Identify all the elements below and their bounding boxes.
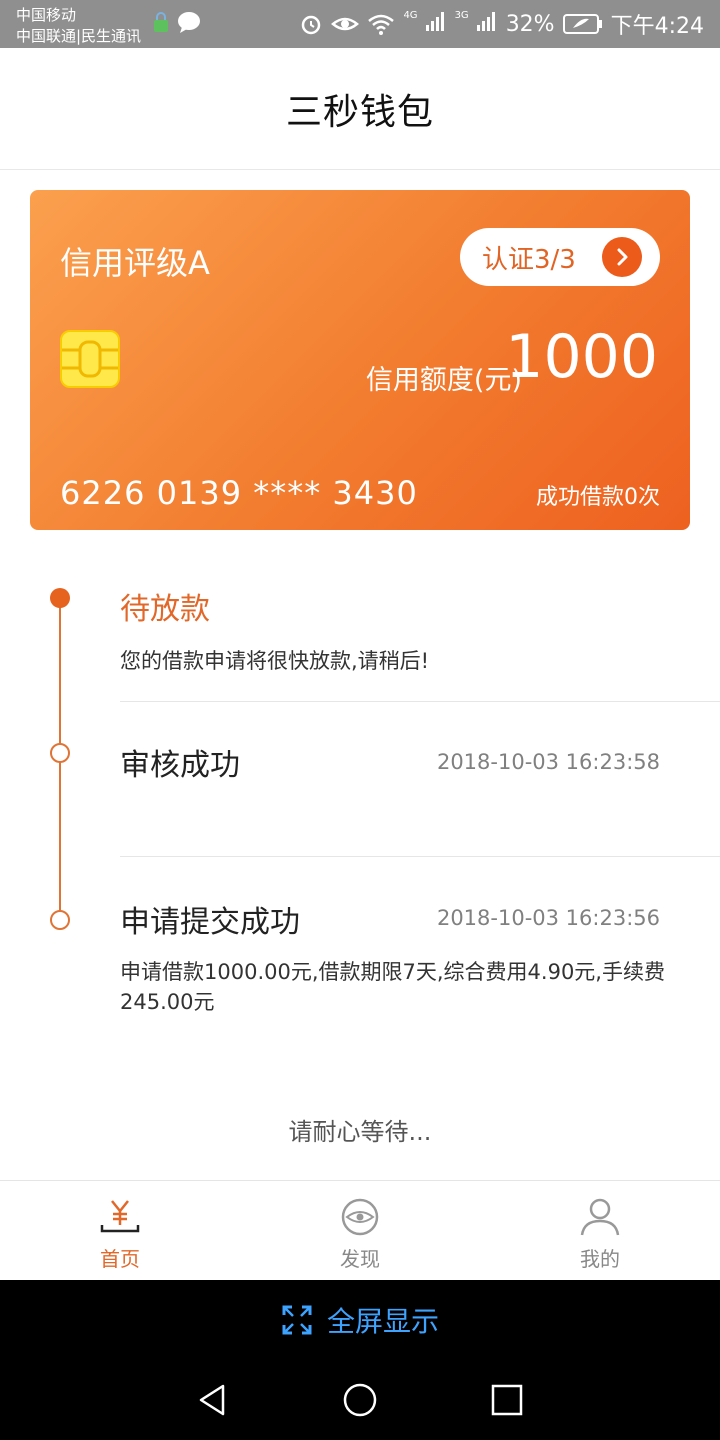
step-time-submitted: 2018-10-03 16:23:56 [436, 906, 660, 930]
eye-comfort-icon [331, 17, 360, 31]
alarm-icon [302, 15, 321, 35]
carrier-secondary: 中国联通|民生通讯 [16, 27, 142, 45]
step-time-approved: 2018-10-03 16:23:58 [436, 750, 660, 774]
nav-item-discover[interactable]: 发现 [240, 1181, 480, 1280]
signal-3g: 3G [455, 10, 498, 38]
certification-label: 认证3/3 [482, 244, 576, 275]
nav-label-mine: 我的 [580, 1247, 620, 1271]
signal-bars-icon [425, 12, 444, 31]
step-desc-pending: 您的借款申请将很快放款,请稍后! [120, 649, 430, 673]
credit-card: 信用评级A 认证3/3 信用额度(元) 1000 6226 0139 **** … [30, 190, 690, 530]
status-bar: 中国移动 中国联通|民生通讯 4G 3G 32% 下午4:24 [0, 0, 720, 48]
battery-percent: 32% [505, 11, 555, 37]
app-header: 三秒钱包 [0, 48, 720, 170]
yen-icon [100, 1200, 140, 1233]
nav-item-home[interactable]: 首页 [0, 1181, 240, 1280]
battery-icon [562, 14, 602, 34]
divider [120, 856, 720, 857]
eye-icon [341, 1198, 379, 1236]
chat-bubble-icon [178, 12, 200, 33]
system-nav-bar [0, 1360, 720, 1440]
timeline-dot [50, 743, 70, 763]
clock: 下午4:24 [610, 14, 704, 39]
step-title-submitted: 申请提交成功 [120, 905, 300, 940]
nav-item-mine[interactable]: 我的 [480, 1181, 720, 1280]
home-icon[interactable] [342, 1382, 378, 1418]
timeline-dot-active [50, 588, 70, 608]
credit-limit-value: 1000 [505, 322, 658, 392]
loan-count: 成功借款0次 [536, 485, 660, 510]
card-number: 6226 0139 **** 3430 [60, 474, 418, 512]
status-right: 4G 3G 32% 下午4:24 [299, 6, 704, 42]
divider [120, 701, 720, 702]
step-title-approved: 审核成功 [120, 748, 240, 783]
timeline-dot [50, 910, 70, 930]
bottom-nav: 首页 发现 我的 [0, 1180, 720, 1280]
page-title: 三秒钱包 [285, 91, 434, 133]
person-icon [580, 1198, 620, 1236]
nav-label-discover: 发现 [340, 1247, 380, 1271]
step-desc-submitted: 申请借款1000.00元,借款期限7天,综合费用4.90元,手续费245.00元 [120, 960, 665, 1014]
network-type-label: 4G [403, 10, 418, 21]
fullscreen-label: 全屏显示 [326, 1305, 439, 1338]
certification-button[interactable]: 认证3/3 [460, 228, 660, 286]
back-icon[interactable] [195, 1382, 231, 1418]
credit-rating: 信用评级A [60, 244, 210, 282]
notification-icons [152, 10, 202, 34]
credit-limit-label: 信用额度(元) [365, 365, 522, 396]
network-type-label: 3G [454, 10, 469, 21]
step-title-pending: 待放款 [120, 592, 210, 627]
recents-icon[interactable] [489, 1382, 525, 1418]
lock-icon [154, 12, 168, 32]
signal-bars-icon [476, 12, 495, 31]
signal-4g: 4G [403, 10, 446, 38]
nav-label-home: 首页 [100, 1247, 140, 1271]
card-chip-icon [60, 330, 120, 388]
chevron-right-icon [602, 237, 642, 277]
fullscreen-button[interactable]: 全屏显示 [0, 1280, 720, 1360]
wifi-icon [368, 14, 395, 35]
expand-icon [282, 1305, 312, 1335]
carrier-primary: 中国移动 [16, 6, 77, 24]
wait-message: 请耐心等待... [288, 1118, 432, 1146]
